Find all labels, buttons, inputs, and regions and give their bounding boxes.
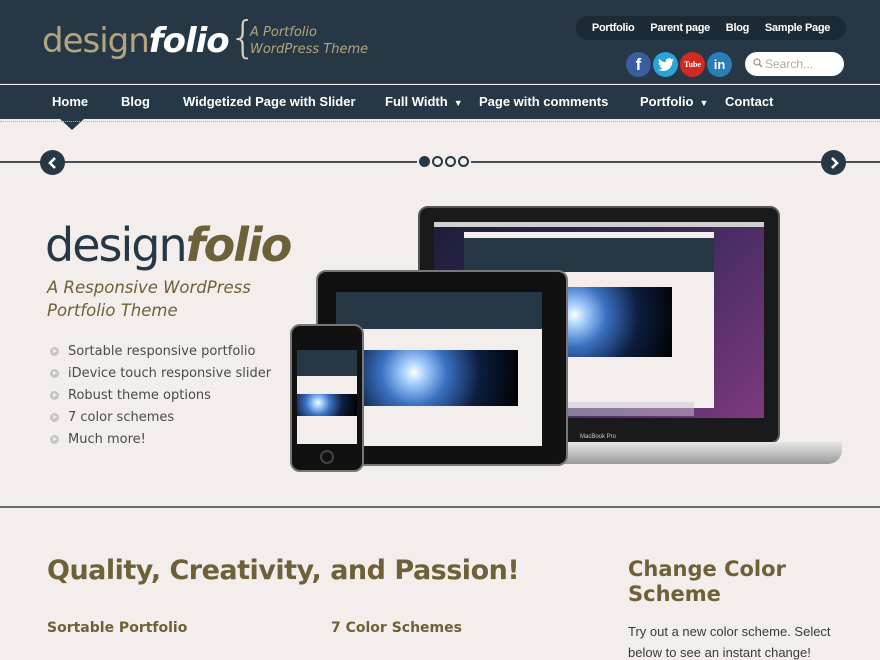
- top-menu-blog[interactable]: Blog: [726, 22, 750, 34]
- search-icon: [753, 57, 765, 71]
- feature-text: 7 color schemes: [68, 409, 175, 425]
- linkedin-icon[interactable]: in: [707, 52, 732, 77]
- bullet-icon: [50, 434, 59, 444]
- top-menu-parent-page[interactable]: Parent page: [650, 22, 710, 34]
- mini-nav: [336, 320, 542, 329]
- feature-text: Much more!: [68, 431, 146, 447]
- feature-text: iDevice touch responsive slider: [68, 365, 272, 381]
- earth-image: [297, 394, 357, 416]
- earth-image: [358, 350, 518, 406]
- nav-portfolio[interactable]: Portfolio ▼: [640, 85, 708, 119]
- hero-logo-folio: folio: [185, 218, 293, 272]
- slider-pagination: [417, 156, 471, 167]
- top-menu-sample-page[interactable]: Sample Page: [765, 22, 830, 34]
- nav-contact[interactable]: Contact: [725, 85, 773, 119]
- laptop-label: MacBook Pro: [580, 434, 617, 440]
- bullet-icon: [50, 346, 59, 356]
- tagline-line2: WordPress Theme: [250, 42, 369, 57]
- search-box: [745, 52, 844, 76]
- nav-divider: [0, 121, 880, 122]
- nav-blog[interactable]: Blog: [121, 85, 150, 119]
- top-menu-portfolio[interactable]: Portfolio: [592, 22, 635, 34]
- search-input[interactable]: [765, 57, 839, 71]
- feature-text: Robust theme options: [68, 387, 211, 403]
- subheading-color-schemes: 7 Color Schemes: [331, 620, 462, 636]
- slider-dot-4[interactable]: [458, 156, 469, 167]
- phone-screen: [297, 350, 357, 444]
- hero-subtitle-line1: A Responsive WordPress: [47, 278, 251, 297]
- nav-comments-label: Page with comments: [479, 94, 609, 109]
- tagline-line1: A Portfolio: [250, 25, 317, 40]
- facebook-icon[interactable]: f: [626, 52, 651, 77]
- section-divider: [0, 506, 880, 508]
- feature-item: Robust theme options: [50, 384, 271, 406]
- slider-dot-3[interactable]: [445, 156, 456, 167]
- slider-dot-2[interactable]: [432, 156, 443, 167]
- twitter-icon[interactable]: [653, 52, 678, 77]
- site-logo[interactable]: designfolio: [42, 18, 230, 64]
- hero-logo: designfolio: [45, 216, 293, 274]
- sidebar-title: Change Color Scheme: [628, 557, 786, 606]
- bullet-icon: [50, 412, 59, 422]
- slider-next-button[interactable]: [821, 150, 846, 175]
- site-header: designfolio { A Portfolio WordPress Them…: [0, 0, 880, 84]
- feature-item: Sortable responsive portfolio: [50, 340, 271, 362]
- nav-blog-label: Blog: [121, 94, 150, 109]
- slider-prev-button[interactable]: [40, 150, 65, 175]
- nav-home-label: Home: [52, 94, 89, 109]
- mini-header: [297, 350, 357, 376]
- tablet-screen: [336, 292, 542, 446]
- social-icons: f Tube in: [626, 52, 732, 77]
- nav-full-width[interactable]: Full Width ▼: [385, 85, 463, 119]
- chevron-left-icon: [47, 156, 56, 169]
- bullet-icon: [50, 368, 59, 378]
- logo-part-design: design: [42, 21, 150, 61]
- phone-image: [290, 324, 364, 472]
- feature-list: Sortable responsive portfolio iDevice to…: [50, 340, 271, 450]
- phone-home-button: [320, 450, 334, 464]
- nav-contact-label: Contact: [725, 94, 774, 109]
- nav-full-width-label: Full Width: [385, 94, 448, 109]
- laptop-menubar: [434, 222, 764, 227]
- feature-item: iDevice touch responsive slider: [50, 362, 271, 384]
- nav-widgetized-label: Widgetized Page with Slider: [183, 94, 356, 109]
- content-heading: Quality, Creativity, and Passion!: [47, 555, 520, 586]
- nav-page-with-comments[interactable]: Page with comments: [479, 85, 608, 119]
- devices-hero-image: MacBook Pro: [290, 204, 845, 474]
- top-menu: Portfolio Parent page Blog Sample Page: [576, 16, 846, 40]
- hero-subtitle-line2: Portfolio Theme: [47, 301, 178, 320]
- mini-header: [464, 238, 714, 264]
- nav-home[interactable]: Home: [52, 85, 88, 119]
- slider-dot-1[interactable]: [419, 156, 430, 167]
- nav-widgetized-page[interactable]: Widgetized Page with Slider: [183, 85, 356, 119]
- chevron-down-icon: ▼: [699, 98, 709, 108]
- main-nav: Home Blog Widgetized Page with Slider Fu…: [0, 85, 880, 119]
- chevron-down-icon: ▼: [453, 98, 463, 108]
- site-tagline: A Portfolio WordPress Theme: [250, 24, 368, 58]
- feature-item: 7 color schemes: [50, 406, 271, 428]
- bullet-icon: [50, 390, 59, 400]
- logo-part-folio: folio: [148, 21, 230, 61]
- subheading-sortable-portfolio: Sortable Portfolio: [47, 620, 188, 636]
- feature-text: Sortable responsive portfolio: [68, 343, 256, 359]
- nav-portfolio-label: Portfolio: [640, 94, 694, 109]
- mini-header: [336, 292, 542, 320]
- youtube-icon[interactable]: Tube: [680, 52, 705, 77]
- sidebar-text: Try out a new color scheme. Select below…: [628, 624, 831, 660]
- hero-logo-design: design: [45, 218, 188, 272]
- chevron-right-icon: [830, 156, 839, 169]
- hero-subtitle: A Responsive WordPress Portfolio Theme: [47, 276, 251, 322]
- feature-item: Much more!: [50, 428, 271, 450]
